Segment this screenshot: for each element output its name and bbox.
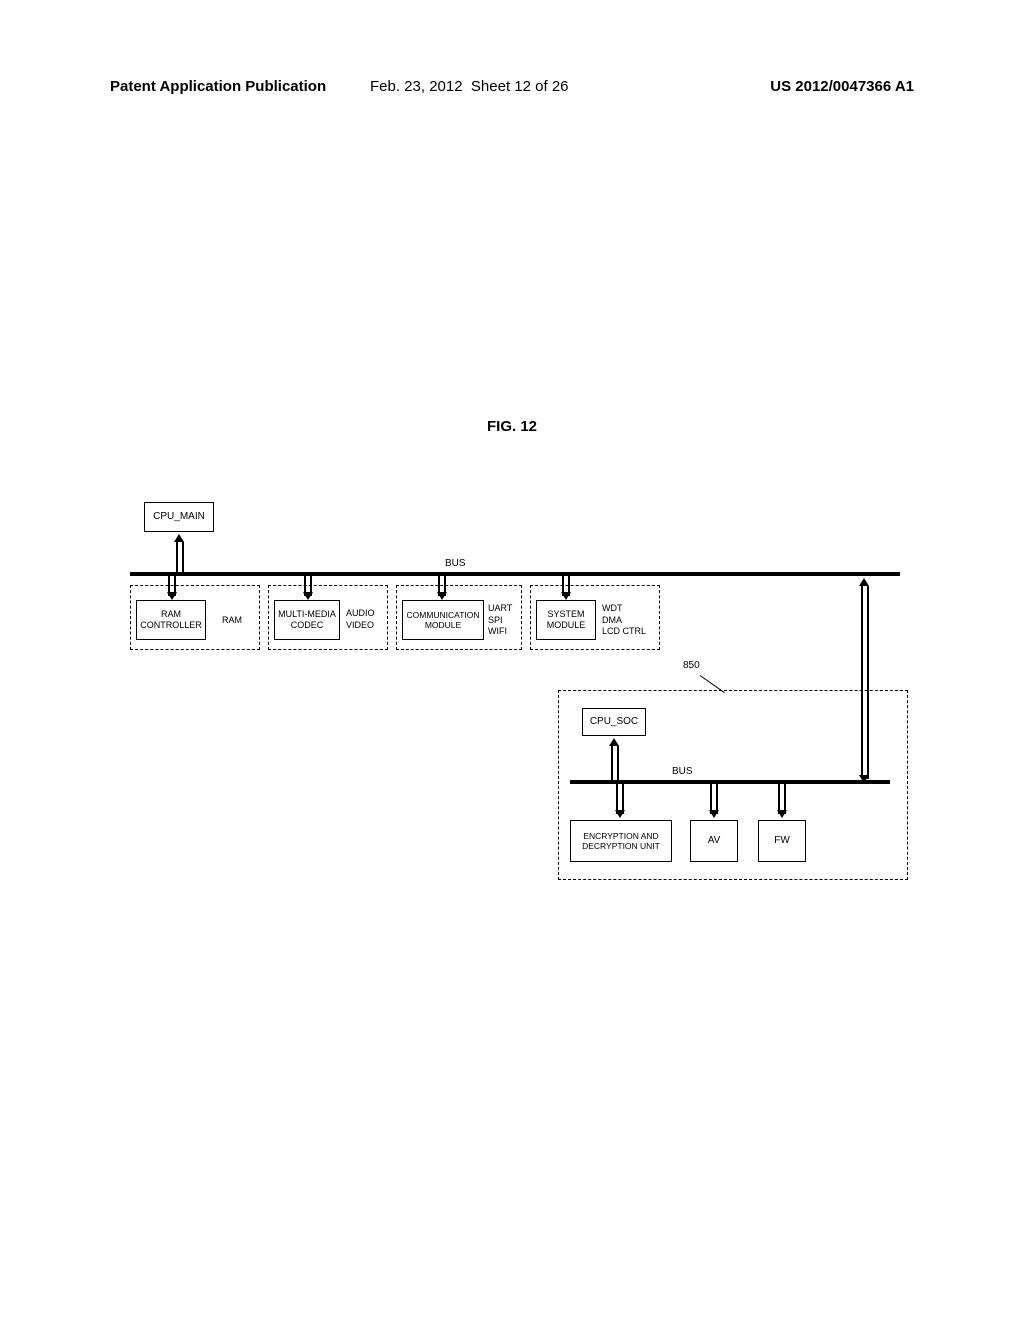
cpu-soc-block: CPU_SOC (582, 708, 646, 736)
header-mid: Feb. 23, 2012 Sheet 12 of 26 (370, 78, 569, 95)
soc-bus-label: BUS (672, 766, 693, 777)
header-left: Patent Application Publication (110, 78, 326, 95)
communication-module-block: COMMUNICATION MODULE (402, 600, 484, 640)
uart-spi-wifi-label: UARTSPIWIFI (488, 603, 512, 638)
ram-block: RAM (213, 600, 251, 640)
system-module-block: SYSTEM MODULE (536, 600, 596, 640)
encryption-decryption-block: ENCRYPTION AND DECRYPTION UNIT (570, 820, 672, 862)
figure-title: FIG. 12 (0, 418, 1024, 435)
ref-850-label: 850 (683, 660, 700, 671)
soc-bus-line (570, 780, 890, 784)
block-diagram: CPU_MAIN BUS RAM CONTROLLER RAM MULTI-ME… (110, 490, 910, 1010)
av-block: AV (690, 820, 738, 862)
main-bus-label: BUS (445, 558, 466, 569)
audio-video-label: AUDIOVIDEO (346, 608, 375, 631)
ram-controller-block: RAM CONTROLLER (136, 600, 206, 640)
wdt-dma-lcd-label: WDTDMALCD CTRL (602, 603, 646, 638)
multimedia-codec-block: MULTI-MEDIA CODEC (274, 600, 340, 640)
cpu-main-block: CPU_MAIN (144, 502, 214, 532)
fw-block: FW (758, 820, 806, 862)
main-bus-line (130, 572, 900, 576)
header-right: US 2012/0047366 A1 (770, 78, 914, 95)
